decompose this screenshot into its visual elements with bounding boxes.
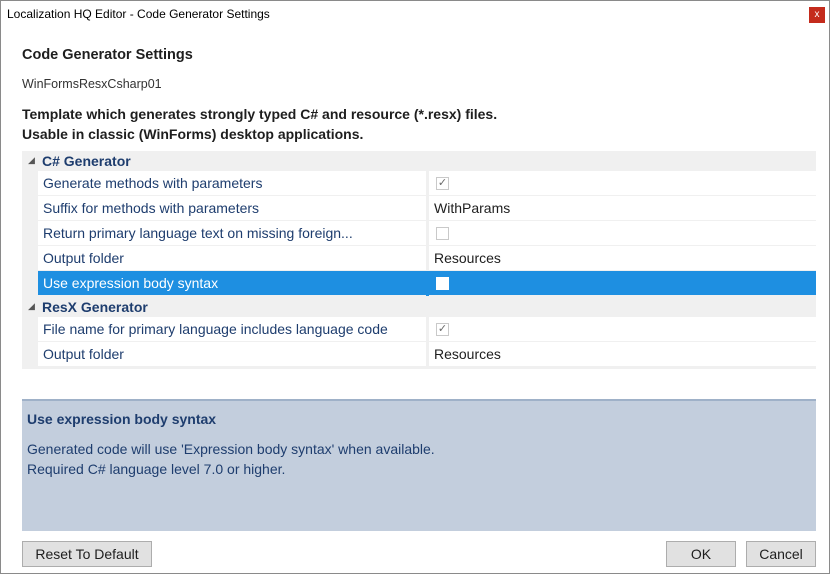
property-row-output-folder[interactable]: Output folder Resources (38, 246, 816, 271)
collapse-icon[interactable]: ◢ (28, 155, 35, 166)
category-label: ResX Generator (42, 299, 148, 315)
property-name: Use expression body syntax (38, 271, 426, 296)
resx-output-folder-field[interactable]: Resources (429, 342, 816, 367)
property-row-generate-methods[interactable]: Generate methods with parameters ✓ (38, 171, 816, 196)
property-grid: ◢ C# Generator Generate methods with par… (22, 151, 816, 369)
property-row-return-primary[interactable]: Return primary language text on missing … (38, 221, 816, 246)
help-line-1: Generated code will use 'Expression body… (27, 441, 435, 457)
window-title: Localization HQ Editor - Code Generator … (7, 7, 270, 21)
property-row-expression-body[interactable]: Use expression body syntax (38, 271, 816, 296)
property-row-resx-output-folder[interactable]: Output folder Resources (38, 342, 816, 367)
property-name: Output folder (38, 342, 426, 367)
help-description: Generated code will use 'Expression body… (27, 439, 435, 479)
property-value[interactable] (429, 221, 816, 246)
description-line-2: Usable in classic (WinForms) desktop app… (22, 126, 364, 142)
checkbox-expression-body[interactable] (436, 277, 449, 290)
checkbox-return-primary[interactable] (436, 227, 449, 240)
cancel-button[interactable]: Cancel (746, 541, 816, 567)
output-folder-field[interactable]: Resources (429, 246, 816, 271)
checkbox-generate-methods[interactable]: ✓ (436, 177, 449, 190)
help-title: Use expression body syntax (27, 411, 217, 427)
property-name: Generate methods with parameters (38, 171, 426, 196)
property-name: Suffix for methods with parameters (38, 196, 426, 221)
help-line-2: Required C# language level 7.0 or higher… (27, 461, 286, 477)
description-line-1: Template which generates strongly typed … (22, 106, 498, 122)
reset-to-default-button[interactable]: Reset To Default (22, 541, 152, 567)
property-value[interactable]: ✓ (429, 171, 816, 196)
suffix-field[interactable]: WithParams (429, 196, 816, 221)
ok-button[interactable]: OK (666, 541, 736, 567)
property-row-suffix[interactable]: Suffix for methods with parameters WithP… (38, 196, 816, 221)
property-row-file-name-lang[interactable]: File name for primary language includes … (38, 317, 816, 342)
category-resx-generator[interactable]: ◢ ResX Generator (22, 297, 816, 317)
title-bar[interactable]: Localization HQ Editor - Code Generator … (1, 1, 829, 29)
template-name: WinFormsResxCsharp01 (22, 77, 162, 91)
close-icon[interactable]: x (809, 7, 825, 23)
property-value[interactable] (429, 271, 816, 296)
property-value[interactable]: ✓ (429, 317, 816, 342)
dialog-window: Localization HQ Editor - Code Generator … (0, 0, 830, 574)
property-name: File name for primary language includes … (38, 317, 426, 342)
template-description: Template which generates strongly typed … (22, 104, 497, 144)
property-name: Output folder (38, 246, 426, 271)
collapse-icon[interactable]: ◢ (28, 301, 35, 312)
page-title: Code Generator Settings (22, 47, 193, 63)
property-name: Return primary language text on missing … (38, 221, 426, 246)
category-label: C# Generator (42, 153, 131, 169)
category-csharp-generator[interactable]: ◢ C# Generator (22, 151, 816, 171)
checkbox-file-name-lang[interactable]: ✓ (436, 323, 449, 336)
help-panel: Use expression body syntax Generated cod… (22, 399, 816, 531)
